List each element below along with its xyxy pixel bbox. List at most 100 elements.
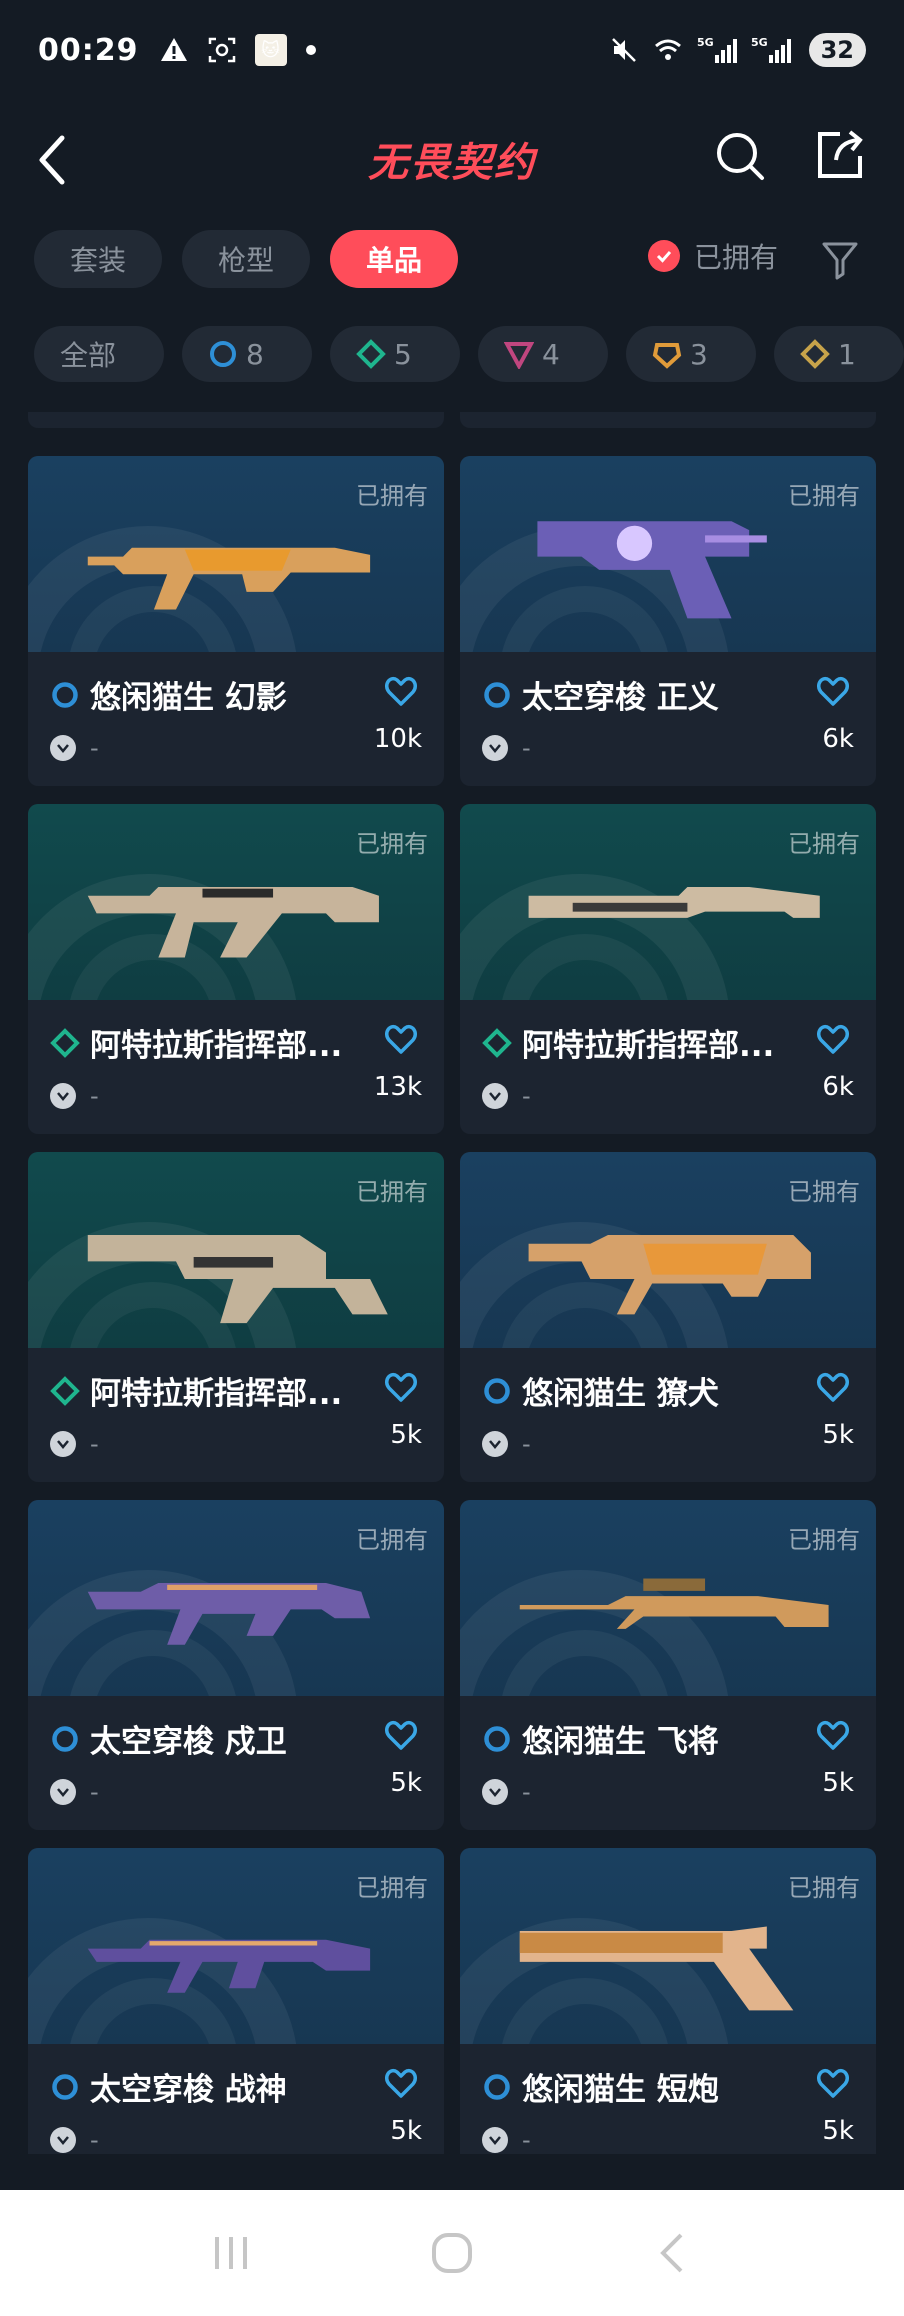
heart-icon[interactable]: [816, 1022, 850, 1056]
skin-image: 已拥有: [460, 1152, 876, 1348]
circle-tier-icon: [52, 2073, 78, 2100]
filter-icon[interactable]: [820, 238, 860, 282]
owned-filter-label: 已拥有: [694, 241, 779, 274]
meta-row: -: [50, 2126, 99, 2154]
likes-count: 13k: [373, 1072, 422, 1102]
meta-value: -: [90, 2126, 99, 2154]
skin-card[interactable]: 已拥有 阿特拉斯指挥部... - 6k: [460, 804, 876, 1134]
heart-icon[interactable]: [384, 674, 418, 708]
screenshot-icon: [208, 37, 235, 63]
meta-row: -: [482, 1082, 531, 1110]
meta-value: -: [90, 734, 99, 762]
chip-tier-circle[interactable]: 8: [182, 326, 312, 382]
partial-card[interactable]: [460, 412, 876, 428]
owned-badge: 已拥有: [356, 1526, 428, 1554]
home-icon[interactable]: [422, 2223, 482, 2283]
check-icon[interactable]: [648, 240, 680, 272]
skin-image: 已拥有: [460, 1848, 876, 2044]
heart-icon[interactable]: [384, 2066, 418, 2100]
svg-text:5G: 5G: [751, 36, 768, 49]
skin-image: 已拥有: [28, 804, 444, 1000]
tab-set[interactable]: 套装: [34, 230, 163, 288]
source-badge-icon: [50, 1083, 76, 1109]
skin-image: 已拥有: [28, 1500, 444, 1696]
card-body: 悠闲猫生 獠犬 - 5k: [460, 1348, 876, 1482]
diamond-tier-icon: [50, 1027, 80, 1058]
meta-value: -: [522, 1778, 531, 1806]
skin-name: 阿特拉斯指挥部...: [90, 1376, 343, 1412]
skin-grid: 已拥有 悠闲猫生 幻影 -10k 已拥有 太空穿梭 正义 -6k 已拥有 阿特拉斯指挥部...…: [0, 412, 904, 2154]
chip-all[interactable]: 全部: [34, 326, 164, 382]
chip-tier-diamond[interactable]: 5: [330, 326, 460, 382]
category-tabs: 套装 枪型 单品: [34, 230, 459, 288]
app-header: 无畏契约: [0, 100, 904, 220]
meta-value: -: [522, 2126, 531, 2154]
skin-name: 阿特拉斯指挥部...: [90, 1028, 343, 1064]
owned-badge: 已拥有: [788, 482, 860, 510]
heart-icon[interactable]: [384, 1022, 418, 1056]
circle-tier-icon: [484, 681, 510, 708]
skin-image: 已拥有: [460, 1500, 876, 1696]
skin-image: 已拥有: [28, 1848, 444, 2044]
card-body: 阿特拉斯指挥部... - 5k: [28, 1348, 444, 1482]
heart-icon[interactable]: [384, 1718, 418, 1752]
card-body: 太空穿梭 戍卫 - 5k: [28, 1696, 444, 1830]
skin-card[interactable]: 已拥有 悠闲猫生 幻影 - 10k: [28, 456, 444, 786]
recent-apps-icon[interactable]: [201, 2223, 261, 2283]
tab-gun-type[interactable]: 枪型: [182, 230, 311, 288]
owned-badge: 已拥有: [788, 1178, 860, 1206]
name-row: 阿特拉斯指挥部...: [482, 1020, 856, 1065]
skin-card[interactable]: 已拥有 太空穿梭 战神 - 5k: [28, 1848, 444, 2154]
back-nav-icon[interactable]: [643, 2223, 703, 2283]
meta-value: -: [90, 1430, 99, 1458]
skin-card[interactable]: 已拥有 阿特拉斯指挥部... - 5k: [28, 1152, 444, 1482]
heart-icon[interactable]: [816, 2066, 850, 2100]
skin-name: 悠闲猫生 幻影: [90, 680, 287, 716]
name-row: 太空穿梭 戍卫: [50, 1716, 424, 1761]
circle-tier-icon: [484, 2073, 510, 2100]
diamond-tier-icon: [356, 339, 386, 369]
circle-tier-icon: [52, 681, 78, 708]
partial-card[interactable]: [28, 412, 444, 428]
signal-5g-icon: 5G: [697, 36, 737, 63]
owned-badge: 已拥有: [356, 1874, 428, 1902]
triangle-tier-icon: [504, 342, 534, 369]
share-icon[interactable]: [812, 126, 868, 182]
likes-count: 5k: [390, 1768, 422, 1798]
skin-card[interactable]: 已拥有太空穿梭 戍卫 - 5k: [28, 1500, 444, 1830]
card-body: 阿特拉斯指挥部... - 13k: [28, 1000, 444, 1134]
skin-name: 阿特拉斯指挥部...: [522, 1028, 775, 1064]
status-time: 00:29: [38, 32, 139, 68]
skin-image: 已拥有: [460, 456, 876, 652]
name-row: 阿特拉斯指挥部...: [50, 1368, 424, 1413]
meta-row: -: [50, 1778, 99, 1806]
name-row: 太空穿梭 正义: [482, 672, 856, 717]
heart-icon[interactable]: [816, 674, 850, 708]
chip-count: 5: [394, 337, 412, 371]
skin-card[interactable]: 已拥有阿特拉斯指挥部... - 13k: [28, 804, 444, 1134]
heart-icon[interactable]: [816, 1370, 850, 1404]
meta-value: -: [522, 1082, 531, 1110]
skin-card[interactable]: 已拥有太空穿梭 正义 - 6k: [460, 456, 876, 786]
tab-single-item[interactable]: 单品: [330, 230, 459, 288]
owned-filter-toggle[interactable]: 已拥有: [648, 236, 778, 276]
card-body: 悠闲猫生 短炮 - 5k: [460, 2044, 876, 2154]
card-body: 太空穿梭 正义 - 6k: [460, 652, 876, 786]
search-icon[interactable]: [712, 128, 768, 184]
likes-count: 10k: [373, 724, 422, 754]
skin-card[interactable]: 已拥有 悠闲猫生 飞将 - 5k: [460, 1500, 876, 1830]
skin-card[interactable]: 已拥有悠闲猫生 獠犬 - 5k: [460, 1152, 876, 1482]
chip-tier-triangle[interactable]: 4: [478, 326, 608, 382]
source-badge-icon: [482, 735, 508, 761]
chip-tier-pentagon[interactable]: 3: [626, 326, 756, 382]
rarity-filter-chips: 全部 8 5 4 3 1: [34, 326, 904, 382]
heart-icon[interactable]: [384, 1370, 418, 1404]
owned-badge: 已拥有: [356, 830, 428, 858]
chip-tier-gold[interactable]: 1: [774, 326, 904, 382]
skin-card[interactable]: 已拥有 悠闲猫生 短炮 - 5k: [460, 1848, 876, 2154]
status-bar: 00:29 🐱 5G 5G 32: [0, 0, 904, 100]
heart-icon[interactable]: [816, 1718, 850, 1752]
signal-5g-icon-2: 5G: [751, 36, 791, 63]
skin-name: 太空穿梭 戍卫: [90, 1724, 287, 1760]
name-row: 太空穿梭 战神: [50, 2064, 424, 2109]
